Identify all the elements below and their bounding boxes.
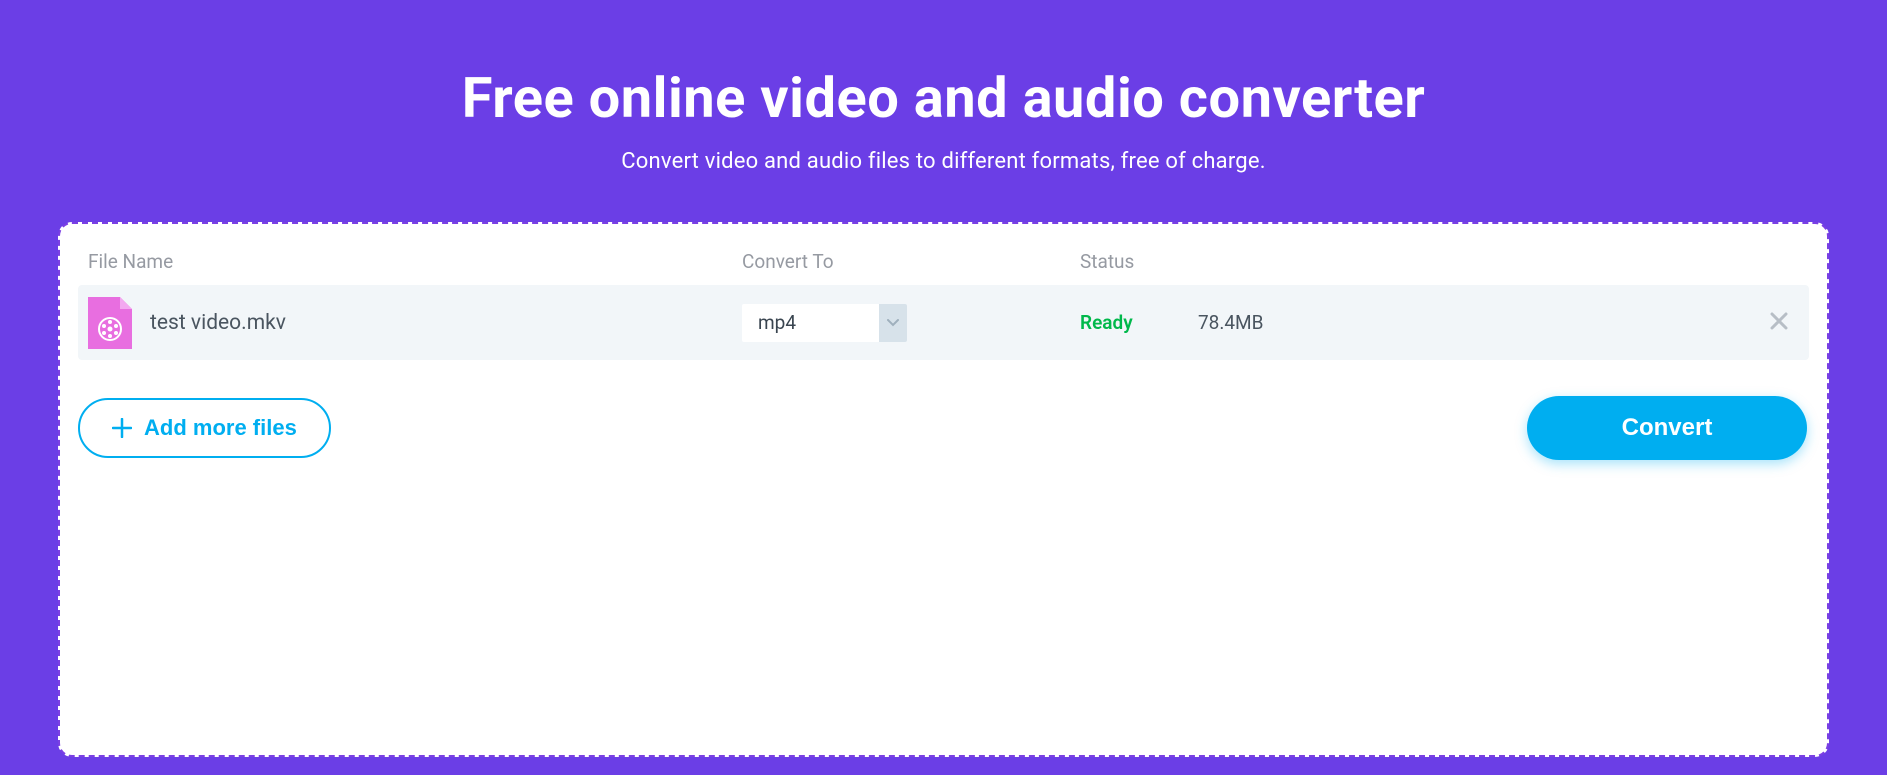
table-header: File Name Convert To Status	[78, 248, 1809, 285]
file-status: Ready	[1080, 311, 1198, 334]
convert-button[interactable]: Convert	[1527, 396, 1807, 460]
page-title: Free online video and audio converter	[0, 0, 1887, 131]
video-file-icon	[88, 297, 132, 349]
convert-button-label: Convert	[1622, 414, 1713, 442]
header-filename: File Name	[88, 250, 742, 273]
convert-to-value: mp4	[742, 311, 879, 334]
table-row: test video.mkv mp4 Ready 78.4MB	[78, 285, 1809, 360]
file-name: test video.mkv	[150, 311, 286, 335]
file-size: 78.4MB	[1198, 311, 1433, 334]
header-convert-to: Convert To	[742, 250, 1080, 273]
header-status: Status	[1080, 250, 1198, 273]
chevron-down-icon	[879, 304, 907, 342]
converter-panel: File Name Convert To Status	[58, 222, 1829, 757]
plus-icon	[112, 418, 132, 438]
remove-file-button[interactable]	[1769, 311, 1789, 331]
convert-to-select[interactable]: mp4	[742, 304, 907, 342]
add-more-files-button[interactable]: Add more files	[78, 398, 331, 458]
actions-row: Add more files Convert	[78, 396, 1809, 460]
page-subtitle: Convert video and audio files to differe…	[0, 149, 1887, 174]
add-more-files-label: Add more files	[144, 415, 297, 441]
